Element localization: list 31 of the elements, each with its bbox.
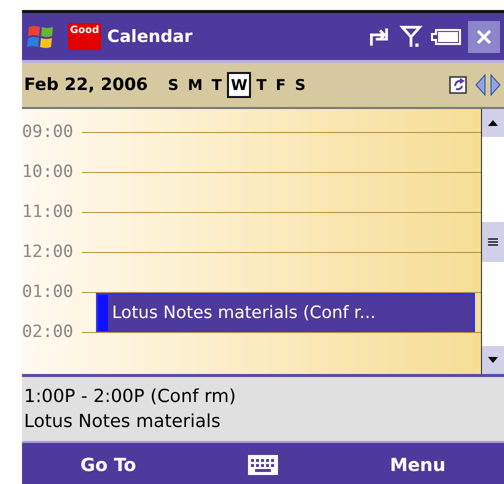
go-to-button[interactable]: Go To — [74, 454, 142, 476]
next-arrow-icon[interactable] — [490, 73, 502, 97]
appointment-block[interactable]: Lotus Notes materials (Conf r... — [96, 293, 475, 333]
menu-button[interactable]: Menu — [384, 454, 452, 476]
previous-arrow-icon[interactable] — [474, 73, 486, 97]
weekday-tab[interactable]: M — [184, 72, 207, 98]
app-logo: Good — [68, 23, 102, 50]
scrollbar[interactable] — [481, 109, 504, 374]
hour-label: 02:00 — [22, 323, 74, 341]
close-button[interactable] — [468, 20, 500, 52]
weekday-tab[interactable]: T — [252, 72, 271, 98]
weekday-tab[interactable]: W — [226, 72, 252, 98]
appointment-time: 1:00P - 2:00P (Conf rm) — [24, 386, 237, 407]
scroll-down-button[interactable] — [482, 346, 504, 374]
scroll-up-button[interactable] — [482, 109, 504, 137]
hour-label: 11:00 — [22, 203, 74, 221]
view-switch-icon[interactable] — [448, 74, 470, 96]
signal-icon[interactable] — [398, 24, 424, 50]
weekday-tab[interactable]: F — [272, 72, 290, 98]
weekday-tab[interactable]: S — [290, 72, 310, 98]
hour-label: 10:00 — [22, 163, 74, 181]
window-title: Calendar — [107, 26, 193, 46]
keyboard-icon[interactable] — [246, 454, 279, 476]
weekday-tab[interactable]: T — [208, 72, 226, 98]
hour-label: 12:00 — [22, 243, 74, 261]
hour-label: 01:00 — [22, 283, 74, 301]
appointment-subject: Lotus Notes materials — [24, 411, 222, 432]
weekday-tab[interactable]: S — [164, 72, 183, 98]
scroll-thumb[interactable] — [482, 222, 504, 262]
date-label: Feb 22, 2006 — [24, 75, 148, 95]
hour-label: 09:00 — [22, 123, 74, 141]
